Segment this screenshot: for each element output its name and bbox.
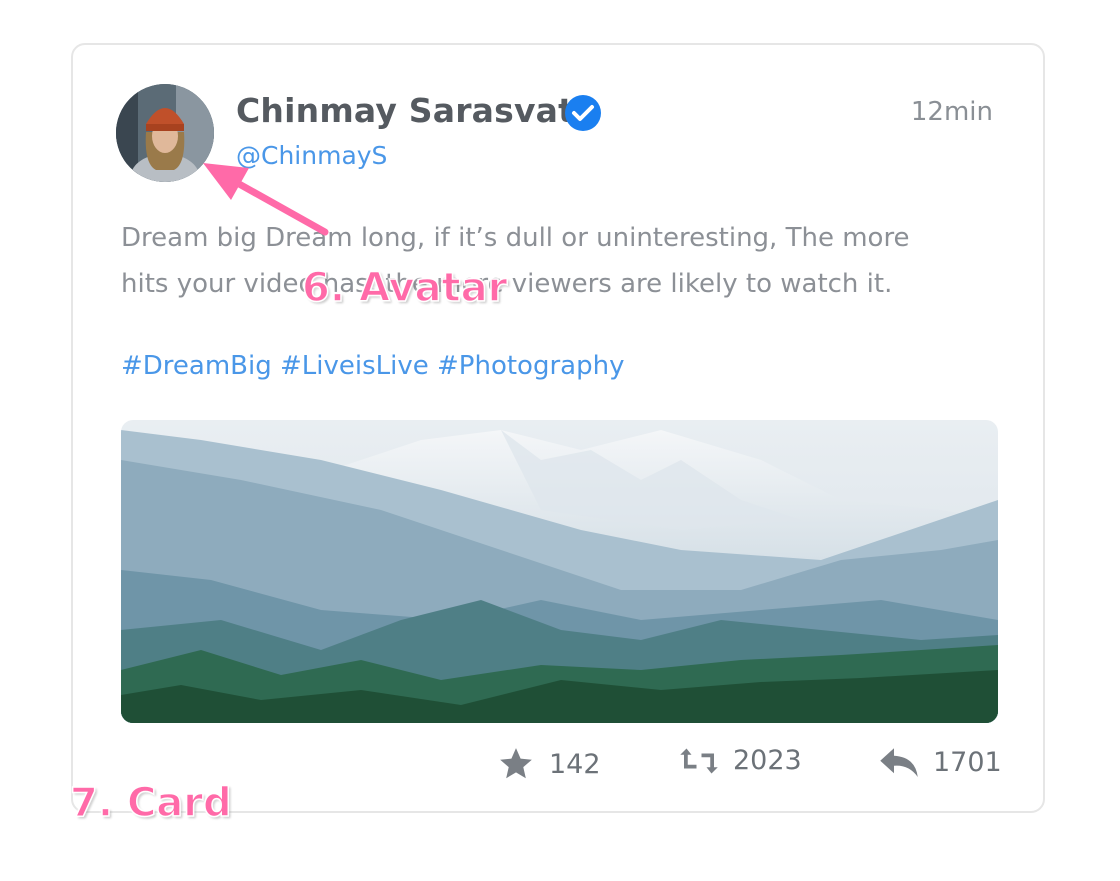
author-handle[interactable]: @ChinmayS [236, 141, 387, 170]
star-icon [500, 748, 532, 779]
reply-icon [880, 748, 918, 777]
verified-badge-icon [565, 95, 601, 131]
post-card: Chinmay Sarasvati @ChinmayS 12min Dream … [71, 43, 1045, 813]
favorite-count: 142 [549, 748, 601, 780]
reply-count: 1701 [933, 746, 1002, 778]
annotation-card-label: 7. Card [69, 779, 232, 827]
retweet-icon [680, 748, 718, 773]
post-timestamp: 12min [910, 97, 993, 127]
retweet-count: 2023 [733, 745, 802, 776]
avatar-photo [116, 84, 214, 182]
annotation-avatar-label: 6. Avatar [301, 264, 508, 312]
mountain-landscape-photo [121, 420, 998, 723]
favorite-button[interactable]: 142 [497, 745, 601, 783]
retweet-button[interactable]: 2023 [679, 745, 802, 776]
avatar[interactable] [116, 84, 214, 182]
post-body: Dream big Dream long, if it’s dull or un… [121, 223, 910, 299]
reply-button[interactable]: 1701 [879, 745, 1002, 779]
stage: Chinmay Sarasvati @ChinmayS 12min Dream … [0, 0, 1120, 881]
author-name[interactable]: Chinmay Sarasvati [236, 91, 586, 130]
post-photo[interactable] [121, 420, 998, 723]
post-hashtags[interactable]: #DreamBig #LiveisLive #Photography [121, 351, 624, 381]
